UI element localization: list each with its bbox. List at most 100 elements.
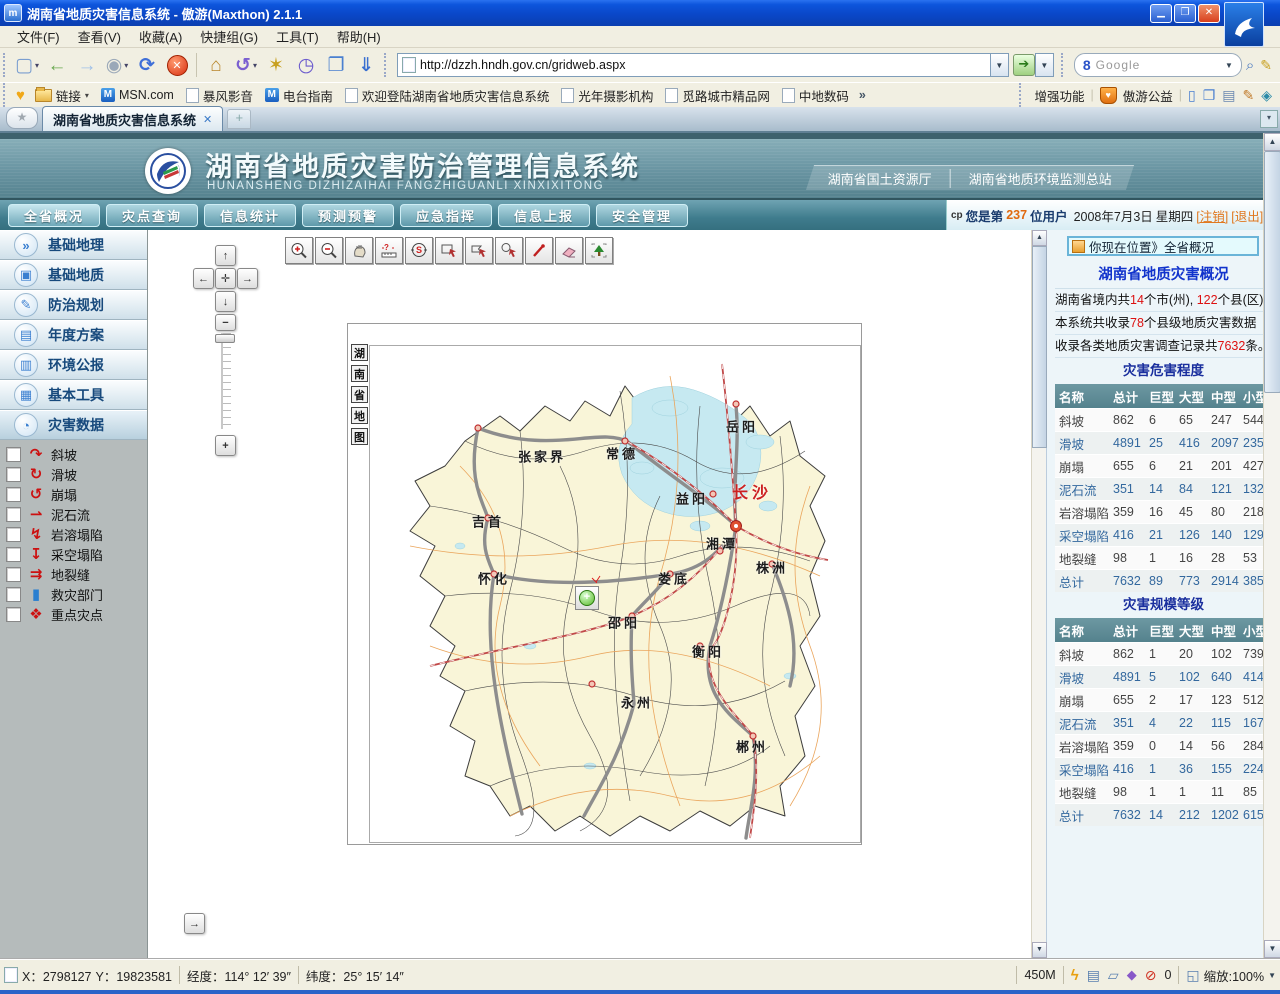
search-placeholder[interactable]: Google [1096,58,1220,72]
layer-checkbox[interactable] [6,567,21,582]
header-link-1[interactable]: 湖南省地质环境监测总站 [950,169,1130,188]
search-grip[interactable] [1061,53,1067,77]
resize-icon[interactable]: ◱ [1186,967,1199,984]
tab-label[interactable]: 湖南省地质灾害信息系统 [53,110,196,129]
history-clock-button[interactable]: ◷ [292,50,320,80]
locate-button[interactable]: + [575,586,599,610]
eraser-button[interactable] [555,237,583,264]
undo-button[interactable]: ↺▾ [232,50,260,80]
pan-right-button[interactable]: → [237,268,258,289]
sidebar-group-5[interactable]: ▦基本工具 [0,380,147,410]
rect-select-button[interactable] [435,237,463,264]
proxy-icon[interactable]: ▤ [1087,967,1100,984]
zoom-in-button[interactable] [285,237,313,264]
search-box[interactable]: 8 Google ▼ [1074,53,1242,77]
new-tab-button[interactable]: + [227,109,251,129]
toolbar-grip[interactable] [3,53,9,77]
content-scroll-up-icon[interactable]: ▲ [1032,230,1047,246]
minimize-button[interactable]: ▁ [1150,4,1172,23]
scroll-up-icon[interactable]: ▲ [1264,133,1280,151]
layer-checkbox[interactable] [6,607,21,622]
pan-up-button[interactable]: ↑ [215,245,236,266]
bookmark-item-0[interactable]: 链接▾ [29,84,95,107]
plugins-grip[interactable] [1019,83,1025,107]
tab-close-icon[interactable]: ✕ [203,113,212,126]
url-dropdown-button[interactable]: ▼ [991,53,1009,77]
new-window-icon[interactable]: ▱ [1108,967,1119,984]
download-button[interactable]: ⇓ [352,50,380,80]
nav-tab-3[interactable]: 预测预警 [302,204,394,227]
map-scroll-right-button[interactable]: → [184,913,205,934]
bookmarks-overflow-button[interactable]: » [859,88,866,102]
measure-distance-button[interactable]: ? [375,237,403,264]
nav-tab-5[interactable]: 信息上报 [498,204,590,227]
exit-link[interactable]: [退出] [1231,206,1263,225]
home-button[interactable]: ⌂ [202,50,230,80]
sidebar-group-6[interactable]: ◔灾害数据 [0,410,147,440]
layer-checkbox[interactable] [6,547,21,562]
menu-item-1[interactable]: 查看(V) [69,25,130,48]
go-button[interactable]: ➔ [1013,54,1035,76]
address-bar[interactable]: http://dzzh.hndh.gov.cn/gridweb.aspx [397,53,991,77]
nav-tab-4[interactable]: 应急指挥 [400,204,492,227]
zoom-slider-thumb[interactable] [215,334,235,343]
favorites-heart-icon[interactable]: ♥ [16,87,25,104]
header-link-0[interactable]: 湖南省国土资源厅 [810,169,950,188]
bookmark-item-4[interactable]: 欢迎登陆湖南省地质灾害信息系统 [339,84,556,107]
url-text[interactable]: http://dzzh.hndh.gov.cn/gridweb.aspx [420,58,625,72]
nav-tab-6[interactable]: 安全管理 [596,204,688,227]
sidebar-group-2[interactable]: ✎防治规划 [0,290,147,320]
logout-link[interactable]: [注销] [1196,206,1228,225]
search-go-icon[interactable]: ⌕ [1246,57,1254,74]
menu-item-0[interactable]: 文件(F) [8,25,69,48]
bookmark-item-2[interactable]: 暴风影音 [180,84,259,107]
maximize-button[interactable]: ❐ [1174,4,1196,23]
bookmark-item-5[interactable]: 光年摄影机构 [555,84,659,107]
window-list-button[interactable]: ❐ [322,50,350,80]
stop-button[interactable]: ✕ [163,50,191,80]
globe-icon[interactable]: ◈ [1261,87,1272,104]
zoom-out-button[interactable] [315,237,343,264]
sidebar-group-4[interactable]: ▥环境公报 [0,350,147,380]
layer-checkbox[interactable] [6,467,21,482]
zoom-level[interactable]: 缩放:100% [1204,966,1264,985]
pan-left-button[interactable]: ← [193,268,214,289]
content-scroll-down-icon[interactable]: ▼ [1032,942,1047,958]
pan-button[interactable] [345,237,373,264]
tab-current[interactable]: 湖南省地质灾害信息系统 ✕ [42,106,223,131]
browser-scrollbar[interactable]: ▲ ▼ [1263,133,1280,958]
draw-line-button[interactable] [525,237,553,264]
nav-tab-0[interactable]: 全省概况 [8,204,100,227]
zoom-slider-track[interactable] [221,333,231,429]
menu-item-3[interactable]: 快捷组(G) [191,25,267,48]
close-button[interactable]: ✕ [1198,4,1220,23]
zoom-slider-minus-button[interactable]: − [215,314,236,331]
highlighter-icon[interactable]: ✎ [1260,57,1272,74]
history-dropdown-button[interactable]: ◉▾ [103,50,131,80]
zoom-slider-plus-button[interactable]: + [215,435,236,456]
sidebar-group-1[interactable]: ▣基础地质 [0,260,147,290]
notes-icon[interactable]: ▤ [1222,87,1235,104]
bookmark-item-7[interactable]: 中地数码 [776,84,855,107]
menu-item-4[interactable]: 工具(T) [267,25,328,48]
bookmark-item-6[interactable]: 觅路城市精品网 [659,84,776,107]
nav-tab-1[interactable]: 灾点查询 [106,204,198,227]
magic-wand-button[interactable]: ✶ [262,50,290,80]
layer-checkbox[interactable] [6,587,21,602]
full-extent-button[interactable] [585,237,613,264]
layer-checkbox[interactable] [6,507,21,522]
bookmark-item-3[interactable]: M电台指南 [259,84,339,107]
new-page-button[interactable]: ▢▾ [13,50,41,80]
nav-tab-2[interactable]: 信息统计 [204,204,296,227]
pan-center-button[interactable]: ✛ [215,268,236,289]
window-icon[interactable]: ❐ [1203,87,1216,104]
menu-item-2[interactable]: 收藏(A) [130,25,191,48]
scale-button[interactable]: S [405,237,433,264]
favorites-star-button[interactable]: ★ [6,107,38,129]
go-dropdown-button[interactable]: ▼ [1035,53,1054,77]
hunan-map[interactable]: 张家界常德岳阳益阳长沙吉首湘潭株洲怀化娄底邵阳衡阳永州郴州 + [369,345,861,843]
sidebar-group-3[interactable]: ▤年度方案 [0,320,147,350]
bookmark-item-1[interactable]: MMSN.com [95,86,180,104]
dropdown-caret-icon[interactable]: ▾ [253,61,257,70]
sidebar-group-0[interactable]: »基础地理 [0,230,147,260]
